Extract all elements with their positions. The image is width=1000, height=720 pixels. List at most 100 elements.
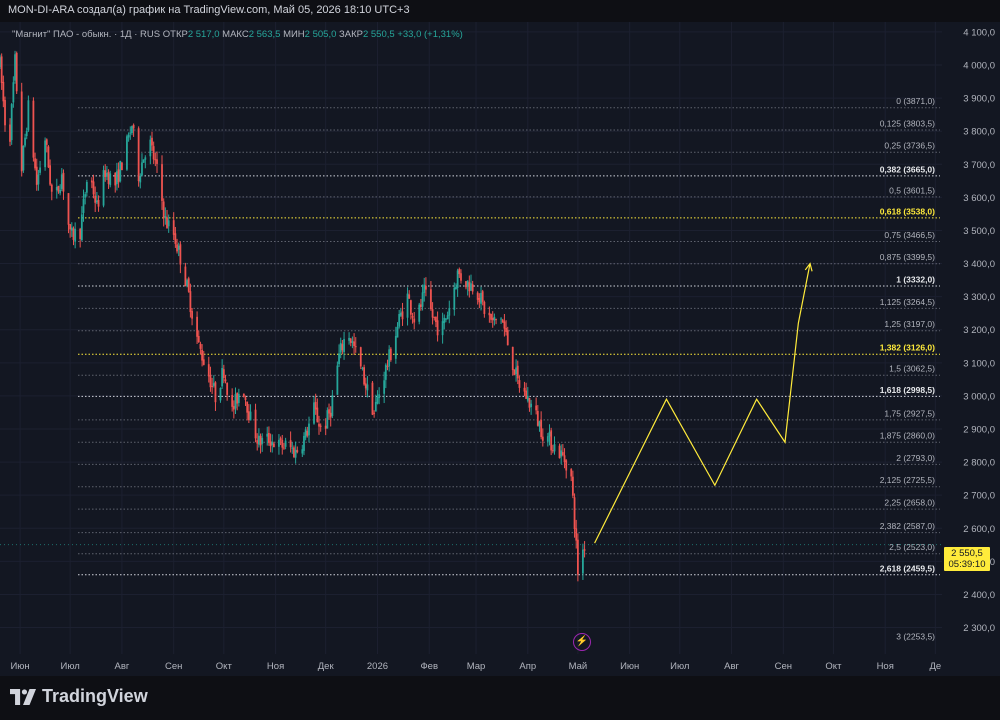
- candle-down: [371, 382, 374, 415]
- candle-up: [301, 449, 304, 454]
- candle-down: [431, 309, 434, 318]
- candle-up: [399, 312, 402, 316]
- candle-up: [553, 444, 556, 452]
- candle-up: [59, 189, 62, 194]
- candle-down: [137, 128, 140, 182]
- candle-down: [411, 316, 414, 318]
- candle-down: [540, 419, 543, 438]
- brand-logo[interactable]: TradingView: [10, 686, 148, 707]
- y-tick-label: 3 600,0: [963, 193, 995, 204]
- candle-up: [55, 186, 58, 191]
- candle-down: [4, 100, 6, 126]
- candle-down: [114, 172, 117, 186]
- y-tick-label: 3 700,0: [963, 160, 995, 171]
- candle-down: [536, 410, 539, 426]
- x-tick-label: Мар: [467, 661, 486, 672]
- candle-down: [565, 460, 568, 471]
- y-tick-label: 2 800,0: [963, 458, 995, 469]
- candle-up: [95, 200, 98, 203]
- fib-level-label: 0,75 (3466,5): [884, 230, 935, 240]
- candle-up: [406, 293, 409, 318]
- candle-down: [583, 549, 586, 551]
- candle-down: [189, 291, 192, 313]
- lightning-icon[interactable]: ⚡: [573, 633, 591, 651]
- candle-down: [476, 292, 479, 300]
- candle-up: [331, 395, 334, 417]
- candle-up: [84, 194, 87, 198]
- candle-up: [129, 132, 132, 134]
- candle-down: [501, 319, 504, 323]
- candle-down: [506, 330, 509, 346]
- candle-down: [236, 392, 239, 404]
- candle-down: [513, 369, 516, 375]
- candle-up: [351, 341, 354, 344]
- candle-down: [32, 100, 35, 158]
- candle-down: [97, 199, 100, 207]
- candle-down: [558, 445, 561, 459]
- candle-down: [20, 91, 23, 172]
- chart-area[interactable]: 0 (3871,0) 0,125 (3803,5) 0,25 (3736,5) 0,3…: [0, 22, 1000, 676]
- top-bar: MON-DI-ARA создал(а) график на TradingVi…: [0, 0, 1000, 22]
- y-tick-label: 3 400,0: [963, 259, 995, 270]
- candle-down: [503, 321, 506, 329]
- candle-up: [149, 139, 152, 157]
- candle-up: [366, 384, 369, 391]
- candle-up: [70, 227, 73, 231]
- candle-up: [60, 174, 63, 189]
- candle-down: [232, 406, 235, 410]
- candle-down: [511, 346, 514, 371]
- symbol-legend[interactable]: "Магнит" ПАО - обыкн. · 1Д · RUS ОТКР2 5…: [12, 29, 463, 40]
- candle-up: [271, 441, 274, 445]
- candle-down: [571, 476, 574, 496]
- y-tick-label: 2 400,0: [963, 590, 995, 601]
- candle-down: [246, 401, 249, 413]
- chart-window: MON-DI-ARA создал(а) график на TradingVi…: [0, 0, 1000, 720]
- candle-up: [304, 429, 307, 438]
- candle-up: [105, 172, 108, 177]
- candle-up: [526, 396, 529, 401]
- x-tick-label: Авг: [724, 661, 739, 672]
- fib-level-label: 0,125 (3803,5): [880, 119, 935, 129]
- candle-down: [224, 379, 227, 382]
- candle-up: [538, 421, 541, 427]
- candle-up: [74, 228, 77, 242]
- candle-up: [219, 388, 222, 401]
- candle-up: [141, 162, 143, 176]
- candle-up: [443, 317, 446, 323]
- x-tick-label: Авг: [114, 661, 129, 672]
- plot-background: [0, 22, 942, 654]
- chart-caption: MON-DI-ARA создал(а) график на TradingVi…: [8, 4, 410, 16]
- x-tick-label: Ноя: [267, 661, 284, 672]
- x-tick-label: Ноя: [877, 661, 894, 672]
- candle-up: [80, 214, 83, 241]
- candle-up: [25, 131, 28, 137]
- close-label: ЗАКР: [339, 29, 363, 40]
- open-value: 2 517,0: [187, 29, 220, 40]
- candle-down: [353, 341, 355, 347]
- candle-down: [176, 244, 178, 252]
- candle-up: [116, 171, 118, 185]
- candle-up: [221, 367, 224, 387]
- fib-level-label: 1,125 (3264,5): [880, 297, 935, 307]
- candle-down: [328, 409, 330, 414]
- candle-up: [249, 411, 252, 421]
- fib-level-label: 3 (2253,5): [896, 631, 935, 641]
- candle-down: [162, 201, 165, 219]
- candle-up: [398, 313, 401, 327]
- candle-down: [481, 291, 484, 302]
- candle-down: [187, 278, 190, 292]
- candle-down: [386, 366, 389, 368]
- candle-down: [15, 52, 18, 92]
- high-value: 2 563,5: [248, 29, 281, 40]
- candle-down: [561, 452, 564, 456]
- candle-down: [314, 401, 317, 410]
- candle-down: [433, 316, 436, 318]
- candle-down: [222, 369, 225, 378]
- candle-down: [306, 430, 309, 436]
- candle-down: [273, 443, 275, 448]
- candle-up: [167, 220, 170, 227]
- fib-level-label: 0,382 (3665,0): [880, 164, 935, 174]
- candle-down: [179, 244, 182, 265]
- symbol-name[interactable]: "Магнит" ПАО - обыкн. · 1Д · RUS: [12, 29, 160, 40]
- candle-down: [516, 365, 519, 379]
